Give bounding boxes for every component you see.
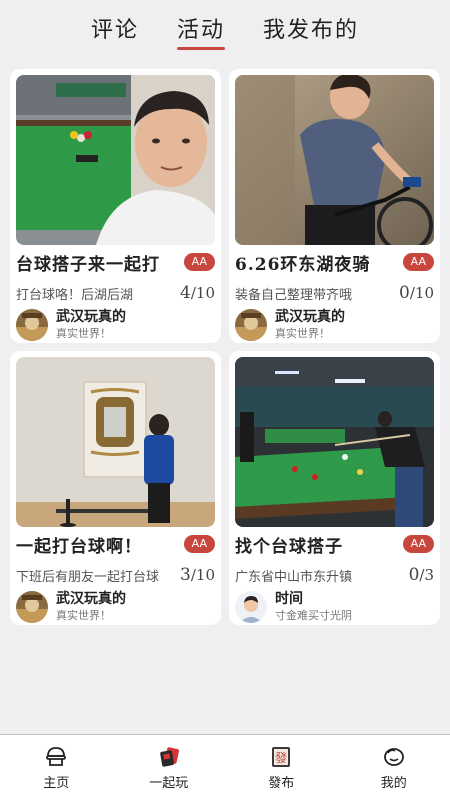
- user-name[interactable]: 时间: [275, 591, 352, 608]
- user-name[interactable]: 武汉玩真的: [56, 309, 126, 326]
- activity-card[interactable]: 6.26环东湖夜骑 AA 装备自己整理带齐哦 0/10 武汉玩真的 真实世界！: [229, 69, 440, 343]
- activity-card[interactable]: 找个台球搭子 AA 广东省中山市东升镇 0/3 时间 寸金难买寸光阴: [229, 351, 440, 625]
- tab-comments[interactable]: 评论: [91, 12, 139, 50]
- user-signature: 真实世界！: [56, 327, 111, 340]
- count-current: 3: [180, 565, 191, 585]
- cyclist-photo: [235, 75, 434, 245]
- activity-photo: [16, 357, 215, 527]
- count-current: 4: [180, 283, 191, 303]
- play-together-icon: [159, 746, 179, 767]
- activity-desc: 广东省中山市东升镇: [235, 569, 353, 585]
- avatar[interactable]: [235, 591, 267, 623]
- nav-publish[interactable]: 發 發布: [236, 745, 326, 791]
- user-signature: 寸金难买寸光阴: [275, 609, 352, 622]
- count-current: 0: [399, 283, 410, 303]
- home-icon: [46, 746, 67, 766]
- activity-desc: 打台球咯！后湖后湖: [16, 287, 134, 303]
- aa-badge: AA: [402, 253, 434, 271]
- bottom-nav: 主页 一起玩 發 發布 我的: [0, 734, 450, 800]
- aa-badge: AA: [183, 535, 215, 553]
- user-signature: 真实世界！: [275, 327, 330, 340]
- avatar[interactable]: [16, 309, 48, 341]
- avatar[interactable]: [16, 591, 48, 623]
- profile-icon: [383, 747, 404, 766]
- top-tab-bar: 评论 活动 我发布的: [0, 0, 450, 62]
- activity-photo: [235, 357, 434, 527]
- participant-count: 3/10: [180, 565, 215, 585]
- activity-desc: 装备自己整理带齐哦: [235, 287, 353, 303]
- activity-card[interactable]: 台球搭子来一起打 AA 打台球咯！后湖后湖 4/10 武汉玩真的 真实世界！: [10, 69, 221, 343]
- participant-count: 0/10: [399, 283, 434, 303]
- nav-home[interactable]: 主页: [11, 745, 101, 791]
- nav-play-together[interactable]: 一起玩: [124, 745, 214, 791]
- nav-profile[interactable]: 我的: [349, 745, 439, 791]
- nav-label: 我的: [380, 775, 407, 791]
- activity-title: 一起打台球啊！: [16, 536, 142, 557]
- activity-title: 台球搭子来一起打: [16, 254, 160, 275]
- count-total: /10: [409, 284, 434, 302]
- publish-icon-glyph: 發: [275, 750, 287, 765]
- user-signature: 真实世界！: [56, 609, 111, 622]
- nav-label: 一起玩: [149, 775, 189, 791]
- activity-card[interactable]: 一起打台球啊！ AA 下班后有朋友一起打台球 3/10 武汉玩真的 真实世界！: [10, 351, 221, 625]
- nav-label: 發布: [268, 775, 295, 791]
- nav-label: 主页: [43, 775, 70, 791]
- aa-badge: AA: [402, 535, 434, 553]
- tab-my-posts[interactable]: 我发布的: [263, 12, 359, 50]
- count-total: /3: [419, 566, 434, 584]
- activity-grid: 台球搭子来一起打 AA 打台球咯！后湖后湖 4/10 武汉玩真的 真实世界！ 6…: [10, 69, 440, 625]
- man-selfie-photo: [16, 75, 215, 245]
- activity-title: 6.26环东湖夜骑: [235, 254, 371, 275]
- publish-icon: 發: [272, 746, 291, 767]
- billiard-hall-photo: [235, 357, 434, 527]
- count-total: /10: [190, 284, 215, 302]
- activity-photo: [16, 75, 215, 245]
- count-total: /10: [190, 566, 215, 584]
- user-name[interactable]: 武汉玩真的: [275, 309, 345, 326]
- gallery-photo: [16, 357, 215, 527]
- participant-count: 4/10: [180, 283, 215, 303]
- aa-badge: AA: [183, 253, 215, 271]
- activity-title: 找个台球搭子: [235, 536, 343, 557]
- count-current: 0: [408, 565, 420, 585]
- user-name[interactable]: 武汉玩真的: [56, 591, 126, 608]
- tab-activities[interactable]: 活动: [176, 12, 226, 50]
- activity-desc: 下班后有朋友一起打台球: [16, 569, 160, 585]
- activity-photo: [235, 75, 434, 245]
- avatar[interactable]: [235, 309, 267, 341]
- participant-count: 0/3: [409, 565, 434, 585]
